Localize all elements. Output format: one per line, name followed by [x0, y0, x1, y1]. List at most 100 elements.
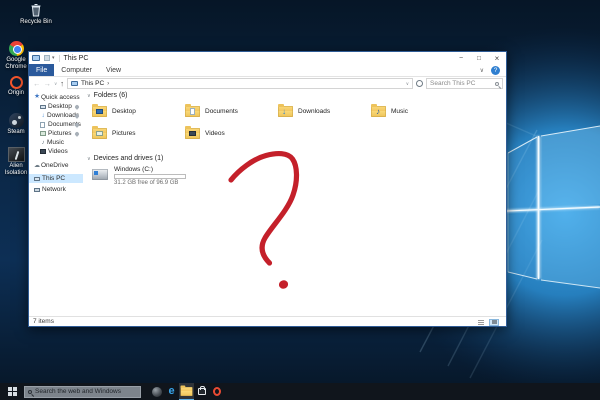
- sidebar-item-music[interactable]: ♪ Music: [29, 138, 83, 147]
- group-header-folders: ∨ Folders (6): [87, 92, 505, 99]
- recycle-bin-icon: [28, 2, 44, 18]
- ribbon-expand-icon[interactable]: ∨: [480, 67, 484, 74]
- folder-label: Downloads: [298, 108, 330, 115]
- origin-icon: [10, 76, 23, 89]
- collapse-chevron-icon[interactable]: ∨: [87, 156, 91, 162]
- folder-label: Music: [391, 108, 408, 115]
- this-pc-window-icon: [32, 55, 40, 61]
- titlebar-separator: [59, 55, 60, 62]
- alien-isolation-icon: [8, 147, 25, 162]
- taskbar-app-round[interactable]: [149, 383, 164, 400]
- computer-icon: [34, 177, 40, 181]
- help-icon[interactable]: ?: [491, 66, 500, 75]
- folder-label: Videos: [205, 130, 225, 137]
- sidebar-item-quick-access[interactable]: ★ Quick access: [29, 93, 83, 102]
- desktop: Recycle Bin Google Chrome Origin Steam A…: [0, 0, 600, 400]
- sidebar-item-onedrive[interactable]: ☁ OneDrive: [29, 161, 83, 170]
- folder-tile-music[interactable]: ♪ Music: [371, 103, 464, 119]
- drive-usage-bar: [114, 174, 186, 179]
- taskbar-app-opera[interactable]: [209, 383, 224, 400]
- pictures-folder-icon: [92, 128, 107, 139]
- content-pane: ∨ Folders (6) Desktop Documents ↓ Downlo…: [83, 90, 505, 318]
- chrome-icon: [9, 41, 24, 56]
- address-dropdown-icon[interactable]: ∨: [406, 81, 409, 87]
- folder-label: Documents: [205, 108, 238, 115]
- sidebar-item-desktop[interactable]: Desktop: [29, 102, 83, 111]
- minimize-button[interactable]: −: [452, 52, 470, 64]
- address-bar[interactable]: This PC › ∨: [67, 78, 413, 89]
- tab-computer[interactable]: Computer: [54, 64, 99, 76]
- collapse-chevron-icon[interactable]: ∨: [87, 93, 91, 99]
- back-button[interactable]: ←: [33, 80, 41, 88]
- close-button[interactable]: ×: [488, 52, 506, 64]
- folder-tile-desktop[interactable]: Desktop: [92, 103, 185, 119]
- forward-button[interactable]: →: [44, 80, 52, 88]
- sidebar-item-network[interactable]: Network: [29, 185, 83, 194]
- downloads-folder-icon: ↓: [278, 106, 293, 117]
- sidebar-item-this-pc[interactable]: This PC: [29, 174, 83, 183]
- document-icon: [40, 122, 45, 128]
- videos-folder-icon: [185, 128, 200, 139]
- steam-icon: [9, 113, 24, 128]
- qat-dropdown-icon[interactable]: ▾: [52, 55, 55, 61]
- drive-tile-windows-c[interactable]: Windows (C:) 31.2 GB free of 96.9 GB: [92, 166, 505, 186]
- drive-free-space-text: 31.2 GB free of 96.9 GB: [114, 180, 186, 186]
- taskbar-search-placeholder: Search the web and Windows: [35, 388, 121, 395]
- recent-locations-dropdown-icon[interactable]: ∨: [54, 81, 57, 87]
- windows-logo-icon: [8, 387, 17, 396]
- group-header-devices: ∨ Devices and drives (1): [87, 155, 505, 162]
- search-input[interactable]: Search This PC: [426, 78, 503, 89]
- search-placeholder: Search This PC: [430, 80, 493, 87]
- start-button[interactable]: [0, 383, 24, 400]
- network-icon: [34, 188, 40, 192]
- desktop-folder-icon: [92, 106, 107, 117]
- folder-tile-documents[interactable]: Documents: [185, 103, 278, 119]
- folder-label: Desktop: [112, 108, 136, 115]
- sidebar-item-label: Desktop: [48, 103, 72, 110]
- sidebar-item-label: OneDrive: [41, 162, 68, 169]
- taskbar-app-edge[interactable]: e: [164, 383, 179, 400]
- tab-file[interactable]: File: [29, 64, 54, 76]
- tab-view[interactable]: View: [99, 64, 128, 76]
- music-folder-icon: ♪: [371, 106, 386, 117]
- sidebar-item-downloads[interactable]: ↓ Downloads: [29, 111, 83, 120]
- desktop-icon-label: Steam: [7, 129, 24, 136]
- drive-name: Windows (C:): [114, 166, 186, 173]
- picture-icon: [40, 131, 46, 136]
- taskbar-search[interactable]: Search the web and Windows: [24, 386, 141, 398]
- taskbar: Search the web and Windows e: [0, 383, 600, 400]
- folder-tile-videos[interactable]: Videos: [185, 125, 278, 141]
- group-title: Devices and drives (1): [94, 155, 164, 162]
- quick-access-toolbar-icon[interactable]: [44, 55, 50, 61]
- sidebar-item-label: Music: [47, 139, 64, 146]
- address-toolbar: ← → ∨ ↑ This PC › ∨ Search This PC: [29, 77, 506, 90]
- opera-icon: [213, 387, 221, 396]
- folder-tile-downloads[interactable]: ↓ Downloads: [278, 103, 371, 119]
- desktop-icon-recycle-bin[interactable]: Recycle Bin: [18, 2, 54, 26]
- taskbar-app-file-explorer[interactable]: [179, 383, 194, 400]
- up-button[interactable]: ↑: [60, 80, 64, 88]
- breadcrumb-chevron-icon: ›: [107, 80, 109, 87]
- sidebar-item-label: Videos: [48, 148, 68, 155]
- details-view-button[interactable]: [476, 319, 486, 326]
- sidebar-item-pictures[interactable]: Pictures: [29, 129, 83, 138]
- edge-icon: e: [168, 386, 174, 397]
- sidebar-item-label: Quick access: [41, 94, 80, 101]
- items-count: 7 items: [33, 318, 54, 325]
- navigation-pane: ★ Quick access Desktop ↓ Downloads Docum…: [29, 90, 83, 318]
- download-arrow-icon: ↓: [39, 113, 47, 119]
- sidebar-item-label: Network: [42, 186, 66, 193]
- cloud-icon: ☁: [33, 163, 41, 169]
- maximize-button[interactable]: □: [470, 52, 488, 64]
- taskbar-app-store[interactable]: [194, 383, 209, 400]
- location-this-pc-icon: [71, 81, 78, 86]
- file-explorer-icon: [181, 387, 193, 396]
- sidebar-item-documents[interactable]: Documents: [29, 120, 83, 129]
- large-icons-view-button[interactable]: [489, 319, 499, 326]
- sidebar-item-videos[interactable]: Videos: [29, 147, 83, 156]
- title-bar: ▾ This PC − □ ×: [29, 52, 506, 64]
- window-title: This PC: [64, 55, 89, 62]
- folder-tile-pictures[interactable]: Pictures: [92, 125, 185, 141]
- desktop-icon-label: Origin: [8, 90, 24, 97]
- refresh-icon[interactable]: [416, 80, 423, 87]
